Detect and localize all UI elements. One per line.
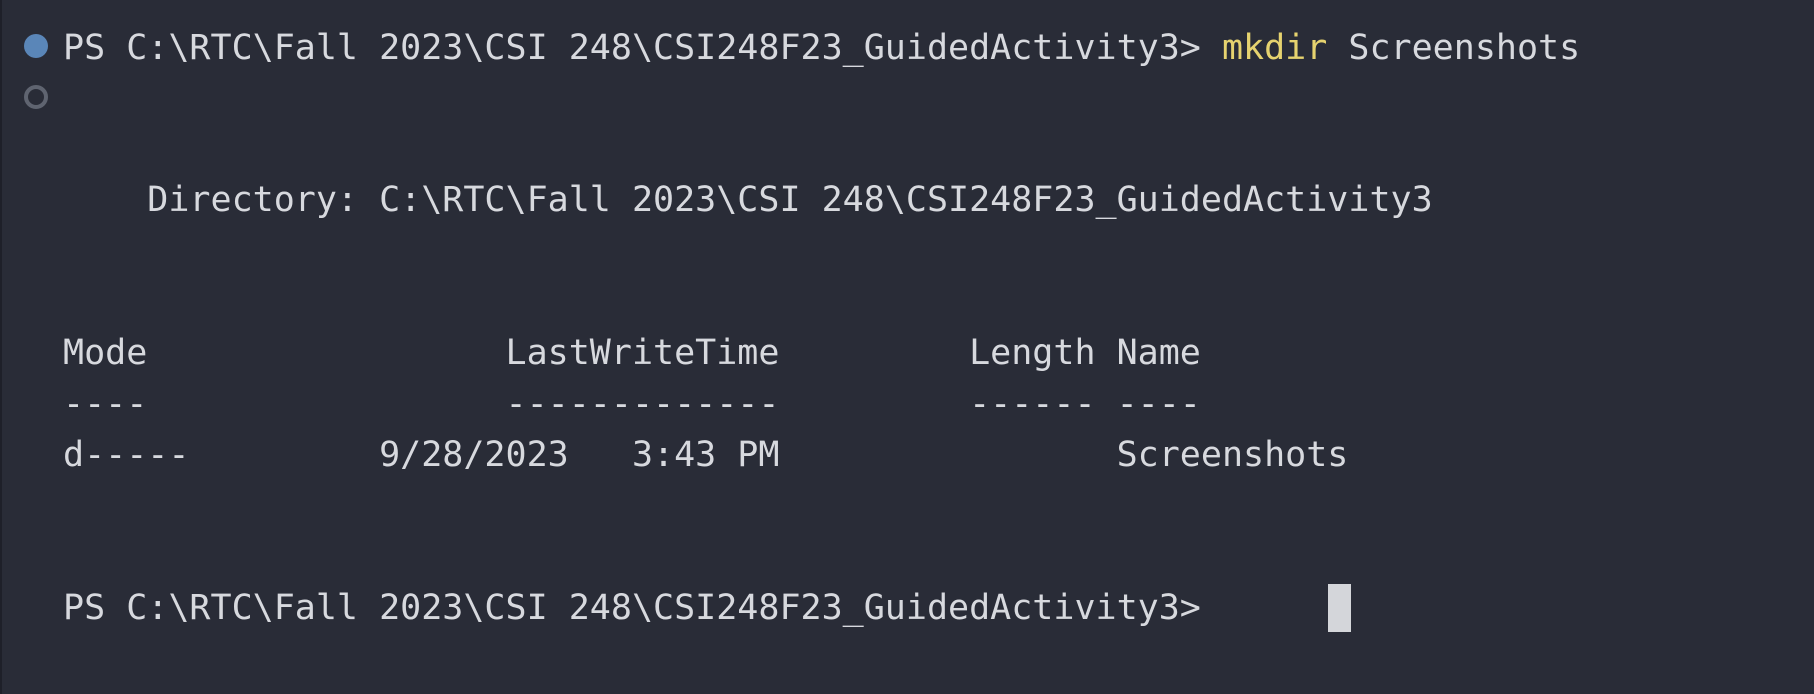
command-success-decoration-icon[interactable] [24, 34, 48, 58]
table-header: Mode LastWriteTime Length Name [63, 333, 1201, 373]
prompt-line-2: PS C:\RTC\Fall 2023\CSI 248\CSI248F23_Gu… [63, 588, 1222, 628]
text-cursor [1328, 584, 1351, 632]
table-row: d----- 9/28/2023 3:43 PM Screenshots [63, 435, 1349, 475]
prompt-line-1: PS C:\RTC\Fall 2023\CSI 248\CSI248F23_Gu… [63, 28, 1580, 68]
command-argument: Screenshots [1327, 28, 1581, 68]
command-keyword: mkdir [1221, 28, 1328, 68]
table-separator: ---- ------------- ------ ---- [63, 384, 1201, 424]
command-decoration-empty-icon[interactable] [24, 85, 48, 109]
directory-line: Directory: C:\RTC\Fall 2023\CSI 248\CSI2… [63, 180, 1433, 220]
prompt-text: PS C:\RTC\Fall 2023\CSI 248\CSI248F23_Gu… [63, 28, 1222, 68]
terminal-panel[interactable]: PS C:\RTC\Fall 2023\CSI 248\CSI248F23_Gu… [0, 0, 1814, 694]
